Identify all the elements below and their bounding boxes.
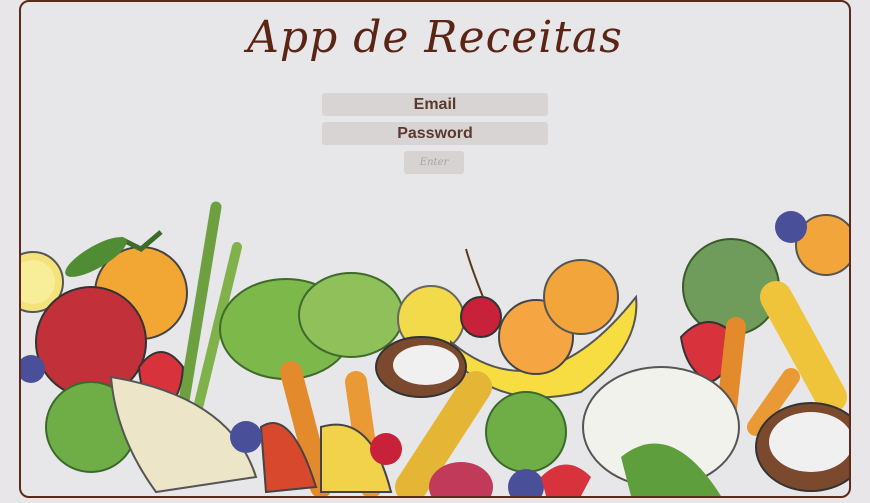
- page-title: App de Receitas: [247, 12, 623, 63]
- app-frame: App de Receitas Enter: [19, 0, 851, 498]
- password-field[interactable]: [322, 122, 548, 145]
- email-field[interactable]: [322, 93, 548, 116]
- vegetables-fruits-illustration: [21, 201, 849, 496]
- enter-button[interactable]: Enter: [404, 151, 464, 174]
